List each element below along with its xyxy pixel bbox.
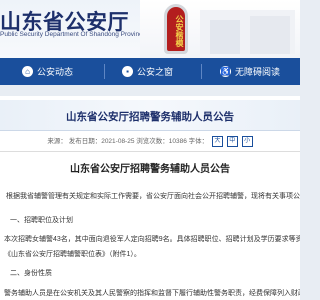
nav-item-accessibility[interactable]: ♿ 无障碍阅读: [220, 58, 280, 85]
meta-source: 来源：: [47, 138, 67, 145]
paragraph: 根据我省辅警管理有关规定和实际工作需要，省公安厅面向社会公开招聘辅警，现将有关事…: [6, 193, 300, 200]
site-subtitle: Public Security Department Of Shandong P…: [0, 31, 146, 38]
nav-divider: [104, 64, 105, 79]
article-banner: 山东省公安厅招聘警务辅助人员公告: [0, 100, 300, 131]
nav-item-label: 公安动态: [37, 67, 74, 77]
nav-item-window[interactable]: ▪ 公安之窗: [122, 58, 173, 85]
article-title: 山东省公安厅招聘警务辅助人员公告: [70, 164, 230, 175]
home-icon: ⌂: [22, 66, 33, 77]
badge-label: 公安楷模: [167, 7, 185, 51]
accessibility-icon: ♿: [220, 66, 231, 77]
meta-divider: [0, 151, 300, 152]
article-card: 山东省公安厅招聘警务辅助人员公告 来源： 发布日期：2021-08-25 浏览次…: [0, 96, 300, 300]
nav-item-news[interactable]: ⌂ 公安动态: [22, 58, 73, 85]
window-icon: ▪: [122, 66, 133, 77]
nav-item-label: 无障碍阅读: [235, 67, 281, 77]
paragraph: 《山东省公安厅招聘辅警职位表》（附件1）。: [4, 251, 141, 258]
site-header: 山东省公安厅 Public Security Department Of Sha…: [0, 0, 300, 58]
font-large-button[interactable]: 大: [211, 135, 223, 147]
meta-views: 浏览次数：10386 字体：: [136, 138, 209, 145]
section-heading: 二、身份性质: [10, 270, 52, 277]
font-medium-button[interactable]: 中: [226, 135, 238, 147]
section-heading: 一、招聘职位及计划: [10, 217, 73, 224]
font-small-button[interactable]: 小: [241, 135, 253, 147]
article-meta: 来源： 发布日期：2021-08-25 浏览次数：10386 字体： 大 中 小: [0, 135, 300, 147]
paragraph: 警务辅助人员是在公安机关及其人民警察的指挥和监督下履行辅助性警务职责，经费保障列…: [4, 290, 300, 297]
article-banner-title: 山东省公安厅招聘警务辅助人员公告: [66, 111, 234, 123]
police-badge: 公安楷模: [164, 4, 188, 54]
nav-item-label: 公安之窗: [137, 67, 174, 77]
paragraph: 本次招聘女辅警43名，其中面向退役军人定向招聘9名。具体招聘职位、招聘计划及学历…: [4, 236, 300, 243]
nav-divider: [201, 64, 202, 79]
meta-date: 发布日期：2021-08-25: [68, 138, 135, 145]
main-nav: ⌂ 公安动态 ▪ 公安之窗 ♿ 无障碍阅读: [0, 58, 300, 85]
